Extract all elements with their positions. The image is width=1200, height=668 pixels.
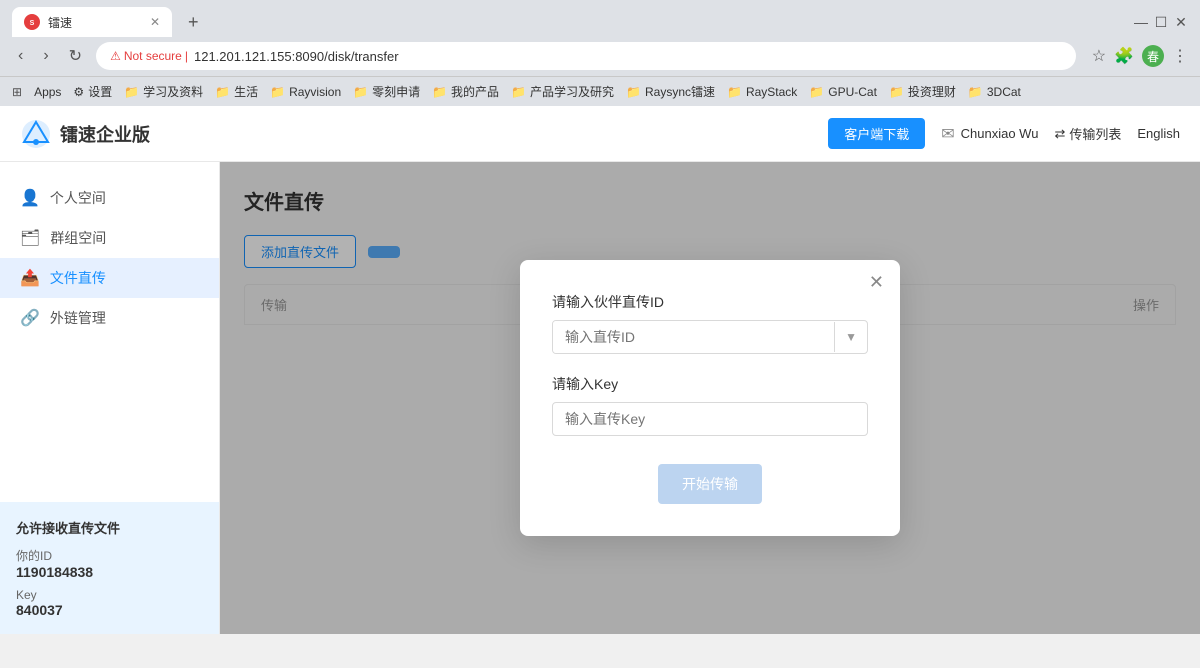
partner-id-input-wrap: ▼ [552, 320, 868, 354]
svg-text:S: S [30, 20, 35, 27]
folder-icon-7: 📁 [626, 85, 641, 99]
bookmark-apply[interactable]: 📁 零刻申请 [353, 83, 420, 100]
transfer-list-link[interactable]: ⇄ 传输列表 [1054, 124, 1121, 143]
mail-icon: ✉ [941, 124, 954, 144]
info-panel-title: 允许接收直传文件 [16, 518, 203, 537]
settings-icon: ⚙ [73, 85, 84, 99]
partner-id-field: 请输入伙伴直传ID ▼ [552, 292, 868, 354]
bookmark-3dcat[interactable]: 📁 3DCat [968, 85, 1021, 99]
reload-button[interactable]: ↻ [63, 44, 88, 68]
folder-icon-4: 📁 [353, 85, 368, 99]
group-space-icon: 🗂 [20, 228, 40, 248]
logo-icon [20, 118, 52, 150]
app-logo: 镭速企业版 [20, 118, 150, 150]
modal-overlay: ✕ 请输入伙伴直传ID ▼ 请输入Key 开始传输 [220, 162, 1200, 634]
sidebar-item-links-label: 外链管理 [50, 308, 106, 328]
menu-icon[interactable]: ⋮ [1172, 46, 1188, 66]
url-text: 121.201.121.155:8090/disk/transfer [194, 49, 399, 64]
key-field: 请输入Key [552, 374, 868, 436]
folder-icon-3: 📁 [270, 85, 285, 99]
forward-button[interactable]: › [37, 45, 54, 67]
sidebar-item-transfer-label: 文件直传 [50, 268, 106, 288]
language-selector[interactable]: English [1137, 126, 1180, 141]
bookmarks-bar: ⊞ Apps ⚙ 设置 📁 学习及资料 📁 生活 📁 Rayvision 📁 零… [0, 76, 1200, 106]
info-panel: 允许接收直传文件 你的ID 1190184838 Key 840037 [0, 502, 219, 634]
personal-space-icon: 👤 [20, 188, 40, 208]
sidebar-item-links[interactable]: 🔗 外链管理 [0, 298, 219, 338]
bookmark-gpucat[interactable]: 📁 GPU-Cat [809, 85, 877, 99]
key-input[interactable] [552, 402, 868, 436]
id-value: 1190184838 [16, 564, 203, 580]
sidebar-item-personal[interactable]: 👤 个人空间 [0, 178, 219, 218]
tab-favicon: S [24, 14, 40, 30]
folder-icon-10: 📁 [889, 85, 904, 99]
address-bar-input[interactable]: ⚠ Not secure | 121.201.121.155:8090/disk… [96, 42, 1076, 70]
close-button[interactable]: ✕ [1174, 15, 1188, 29]
start-transfer-button[interactable]: 开始传输 [658, 464, 762, 504]
bookmark-rayvision[interactable]: 📁 Rayvision [270, 85, 341, 99]
folder-icon-8: 📁 [727, 85, 742, 99]
app-header: 镭速企业版 客户端下载 ✉ Chunxiao Wu ⇄ 传输列表 English [0, 106, 1200, 162]
file-transfer-icon: 📤 [20, 268, 40, 288]
bookmark-research[interactable]: 📁 产品学习及研究 [511, 83, 614, 100]
folder-icon-6: 📁 [511, 85, 526, 99]
main-content: 文件直传 添加直传文件 传输 操作 ✕ 请输入伙伴直传ID [220, 162, 1200, 634]
bookmark-raystack[interactable]: 📁 RayStack [727, 85, 797, 99]
security-indicator: ⚠ Not secure | [110, 49, 188, 63]
modal-close-button[interactable]: ✕ [869, 272, 884, 293]
bookmark-apps[interactable]: Apps [34, 85, 61, 99]
sidebar-item-group[interactable]: 🗂 群组空间 [0, 218, 219, 258]
apps-grid-icon[interactable]: ⊞ [12, 85, 22, 99]
user-email-icon: ✉ Chunxiao Wu [941, 124, 1038, 144]
external-link-icon: 🔗 [20, 308, 40, 328]
app-body: 👤 个人空间 🗂 群组空间 📤 文件直传 🔗 外链管理 允许接收直传文件 你的I… [0, 162, 1200, 634]
folder-icon-5: 📁 [432, 85, 447, 99]
extension-icon[interactable]: 🧩 [1114, 46, 1134, 66]
maximize-button[interactable]: ☐ [1154, 15, 1168, 29]
warning-icon: ⚠ [110, 49, 121, 63]
apps-label: Apps [34, 85, 61, 99]
key-label-modal: 请输入Key [552, 374, 868, 394]
new-tab-button[interactable]: + [188, 12, 199, 33]
tab-title: 镭速 [48, 14, 72, 31]
user-name: Chunxiao Wu [961, 126, 1039, 141]
bookmark-invest[interactable]: 📁 投资理财 [889, 83, 956, 100]
id-label: 你的ID [16, 547, 203, 564]
bookmark-raysync[interactable]: 📁 Raysync镭速 [626, 83, 715, 100]
tab-close-button[interactable]: ✕ [150, 15, 160, 29]
transfer-icon: ⇄ [1054, 126, 1065, 142]
profile-icon[interactable]: 春 [1142, 45, 1164, 67]
header-actions: 客户端下载 ✉ Chunxiao Wu ⇄ 传输列表 English [828, 118, 1180, 149]
folder-icon-2: 📁 [215, 85, 230, 99]
bookmark-myproduct[interactable]: 📁 我的产品 [432, 83, 499, 100]
folder-icon-1: 📁 [124, 85, 139, 99]
minimize-button[interactable]: — [1134, 15, 1148, 29]
bookmark-star-icon[interactable]: ☆ [1092, 46, 1106, 66]
browser-tab[interactable]: S 镭速 ✕ [12, 7, 172, 37]
sidebar: 👤 个人空间 🗂 群组空间 📤 文件直传 🔗 外链管理 允许接收直传文件 你的I… [0, 162, 220, 634]
sidebar-item-personal-label: 个人空间 [50, 188, 106, 208]
partner-id-input[interactable] [553, 321, 834, 353]
modal-dialog: ✕ 请输入伙伴直传ID ▼ 请输入Key 开始传输 [520, 260, 900, 536]
bookmark-life[interactable]: 📁 生活 [215, 83, 258, 100]
back-button[interactable]: ‹ [12, 45, 29, 67]
sidebar-item-transfer[interactable]: 📤 文件直传 [0, 258, 219, 298]
key-value: 840037 [16, 602, 203, 618]
logo-text: 镭速企业版 [60, 121, 150, 147]
partner-id-label: 请输入伙伴直传ID [552, 292, 868, 312]
bookmark-learning[interactable]: 📁 学习及资料 [124, 83, 203, 100]
key-label: Key [16, 588, 203, 602]
folder-icon-11: 📁 [968, 85, 983, 99]
folder-icon-9: 📁 [809, 85, 824, 99]
sidebar-item-group-label: 群组空间 [50, 228, 106, 248]
dropdown-arrow-icon[interactable]: ▼ [834, 322, 867, 352]
download-client-button[interactable]: 客户端下载 [828, 118, 925, 149]
bookmark-settings[interactable]: ⚙ 设置 [73, 83, 112, 100]
